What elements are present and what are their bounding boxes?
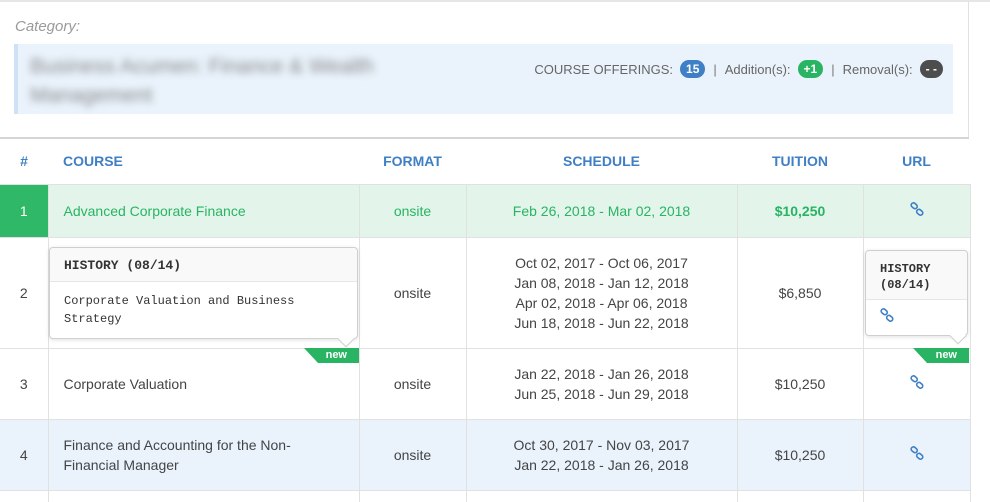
course-schedule: Jan 22, 2018 - Jan 26, 2018 Jun 25, 2018… [465,347,737,419]
course-tuition: $10,250 [736,418,863,490]
url-history-tooltip: HISTORY (08/14) [865,250,968,345]
tooltip-title: HISTORY (08/14) [50,248,357,282]
url-cell [862,418,971,490]
course-schedule: Feb 26, 2018 - Mar 02, 2018 [465,183,737,237]
category-name: Business Acumen: Finance & Wealth Manage… [30,55,374,107]
schedule-date: Jun 18, 2018 - Jun 22, 2018 [514,314,689,331]
link-icon[interactable] [909,374,924,394]
link-icon[interactable] [909,445,924,465]
category-box: Business Acumen: Finance & Wealth Manage… [14,44,953,114]
course-tuition: $10,250 [736,183,863,237]
offerings-label: COURSE OFFERINGS: [534,61,674,77]
table-row[interactable]: 1 Advanced Corporate Finance onsite Feb … [0,183,971,237]
tooltip-body [866,300,967,336]
schedule-date: Jan 08, 2018 - Jan 12, 2018 [514,274,689,291]
table-row [0,489,971,502]
course-schedule: Oct 02, 2017 - Oct 06, 2017 Jan 08, 2018… [465,236,737,348]
course-tuition: $10,250 [736,347,863,419]
link-icon[interactable] [880,308,894,328]
course-format: onsite [358,236,466,348]
schedule-date: Oct 02, 2017 - Oct 06, 2017 [515,254,688,271]
row-number: 4 [0,418,48,490]
schedule-date: Jun 25, 2018 - Jun 29, 2018 [514,385,689,402]
removals-count-badge: - - [919,60,943,78]
header-course[interactable]: COURSE [48,139,359,184]
table-row[interactable]: 3 Corporate Valuation onsite Jan 22, 201… [0,347,971,419]
course-format: onsite [358,418,466,490]
category-label: Category: [15,18,81,35]
schedule-date: Feb 26, 2018 - Mar 02, 2018 [512,202,691,219]
category-panel: Category: Business Acumen: Finance & Wea… [0,2,969,138]
row-number: 1 [0,183,48,237]
url-cell [862,183,971,237]
additions-label: Addition(s): [724,61,791,77]
course-history-tooltip: HISTORY (08/14) Corporate Valuation and … [49,247,358,348]
schedule-date: Oct 30, 2017 - Nov 03, 2017 [513,436,690,453]
row-number: 3 [0,347,48,419]
schedule-date: Jan 22, 2018 - Jan 26, 2018 [514,456,689,473]
tooltip-title: HISTORY (08/14) [866,251,967,300]
course-tuition: $6,850 [736,236,863,348]
table-header-row: # COURSE FORMAT SCHEDULE TUITION URL [0,139,970,184]
summary-separator: | [831,61,835,77]
header-tuition[interactable]: TUITION [737,139,863,184]
offerings-summary: COURSE OFFERINGS: 15 | Addition(s): +1 |… [534,60,943,78]
additions-count-badge: +1 [797,60,824,78]
course-name: Advanced Corporate Finance [47,183,359,237]
course-name: Finance and Accounting for the Non-Finan… [47,418,359,490]
schedule-date: Jan 22, 2018 - Jan 26, 2018 [514,365,689,382]
summary-separator: | [713,61,717,77]
row-number: 2 [0,236,48,348]
header-schedule[interactable]: SCHEDULE [466,139,737,184]
table-row[interactable]: 4 Finance and Accounting for the Non-Fin… [0,418,971,490]
tooltip-body: Corporate Valuation and Business Strateg… [64,294,295,326]
course-format: onsite [358,347,466,419]
link-icon[interactable] [909,201,924,221]
schedule-date: Apr 02, 2018 - Apr 06, 2018 [515,294,688,311]
offerings-count-badge: 15 [680,60,706,78]
removals-label: Removal(s): [842,61,913,77]
header-url[interactable]: URL [863,139,970,184]
header-format[interactable]: FORMAT [359,139,466,184]
course-schedule: Oct 30, 2017 - Nov 03, 2017 Jan 22, 2018… [465,418,737,490]
header-num[interactable]: # [0,139,48,184]
course-format: onsite [358,183,466,237]
course-name: Corporate Valuation [47,347,359,419]
